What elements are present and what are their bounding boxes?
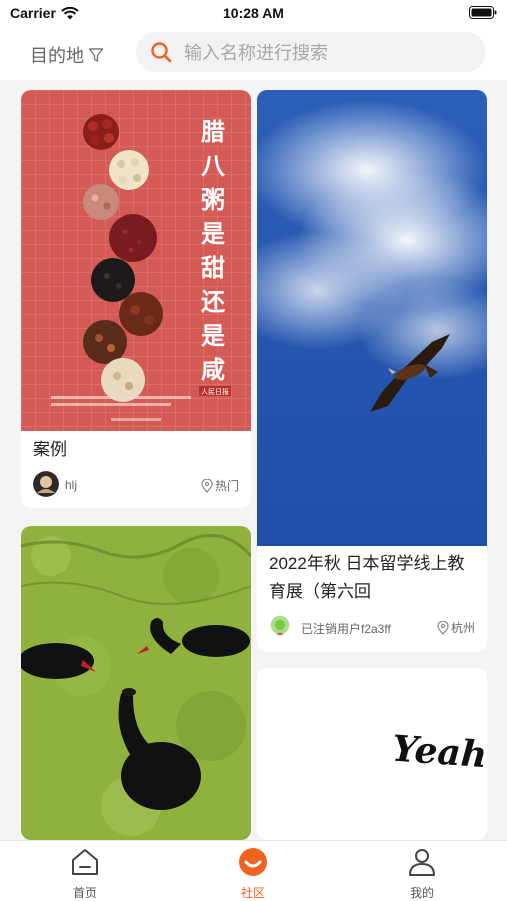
destination-filter[interactable]: 目的地 <box>30 42 104 68</box>
svg-text:腊: 腊 <box>200 117 225 146</box>
post-title: 2022年秋 日本留学线上教育展（第六回 <box>269 554 465 601</box>
post-image-laba-congee: 腊 八 粥 是 甜 还 是 咸 人民日报 <box>21 90 251 431</box>
svg-text:八: 八 <box>201 151 226 180</box>
svg-text:还: 还 <box>201 287 226 316</box>
tab-home[interactable]: 首页 <box>25 841 145 901</box>
search-input[interactable] <box>182 38 476 68</box>
post-author[interactable]: 已注销用户f2a3ff <box>301 620 391 637</box>
filter-icon <box>88 48 104 62</box>
post-location: 杭州 <box>437 619 475 636</box>
user-avatar[interactable] <box>33 471 59 497</box>
tab-community[interactable]: 社区 <box>193 841 313 901</box>
profile-icon <box>409 849 435 876</box>
tab-profile-label: 我的 <box>409 886 434 900</box>
svg-text:Yeah!: Yeah! <box>391 728 487 778</box>
post-card[interactable]: Yeah! <box>257 668 487 840</box>
post-image-black-swans <box>21 526 251 840</box>
home-icon <box>72 849 98 875</box>
svg-text:是: 是 <box>201 219 225 248</box>
post-card[interactable]: 腊 八 粥 是 甜 还 是 咸 人民日报 案例 hlj 热门 <box>21 90 251 508</box>
post-card[interactable]: 2022年秋 日本留学线上教育展（第六回 已注销用户f2a3ff 杭州 <box>257 90 487 652</box>
post-title: 案例 <box>33 440 67 459</box>
tab-community-label: 社区 <box>240 886 265 900</box>
svg-text:咸: 咸 <box>201 355 225 384</box>
svg-text:是: 是 <box>201 321 225 350</box>
post-card[interactable] <box>21 526 251 840</box>
search-bar[interactable] <box>136 32 486 72</box>
svg-text:粥: 粥 <box>201 185 225 214</box>
post-location-label: 杭州 <box>450 621 475 635</box>
battery-icon <box>469 6 497 19</box>
tab-home-label: 首页 <box>72 886 97 900</box>
destination-label: 目的地 <box>30 46 84 66</box>
user-avatar[interactable] <box>269 614 291 636</box>
location-pin-icon <box>201 478 213 493</box>
location-pin-icon <box>437 620 449 635</box>
community-icon <box>239 848 267 876</box>
tab-bar: 首页 社区 我的 <box>0 840 507 901</box>
tab-profile[interactable]: 我的 <box>362 841 482 901</box>
top-bar: 目的地 <box>0 28 507 80</box>
svg-text:甜: 甜 <box>201 253 225 282</box>
post-location-label: 热门 <box>214 479 239 493</box>
community-feed[interactable]: 腊 八 粥 是 甜 还 是 咸 人民日报 案例 hlj 热门 2022年秋 日本… <box>0 80 507 840</box>
post-location: 热门 <box>201 477 239 494</box>
post-image-kite-sky <box>257 90 487 546</box>
post-image-yeah-lettering: Yeah! <box>257 668 487 840</box>
status-time: 10:28 AM <box>223 5 284 21</box>
svg-text:人民日报: 人民日报 <box>201 387 229 396</box>
search-icon <box>151 42 172 63</box>
post-author[interactable]: hlj <box>65 478 77 492</box>
status-bar: Carrier 10:28 AM <box>0 0 507 28</box>
